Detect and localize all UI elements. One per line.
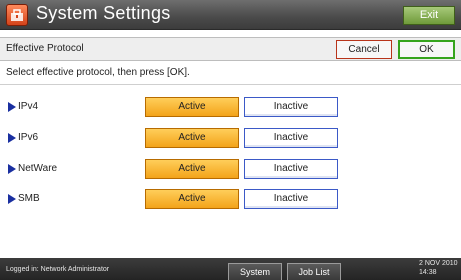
ipv6-inactive-button[interactable]: Inactive — [244, 128, 338, 148]
arrow-icon — [8, 133, 16, 143]
protocol-label: IPv4 — [18, 101, 39, 112]
ipv4-inactive-button[interactable]: Inactive — [244, 97, 338, 117]
title-bar: System Settings Exit — [0, 0, 461, 30]
dialog-header: Effective Protocol Cancel OK — [0, 37, 461, 61]
job-list-button[interactable]: Job List — [287, 263, 341, 280]
exit-button[interactable]: Exit — [403, 6, 455, 25]
date-text: 2 NOV 2010 — [419, 260, 458, 267]
date-time: 2 NOV 2010 14:38 — [419, 259, 458, 277]
window-title: System Settings — [36, 3, 171, 23]
arrow-icon — [8, 102, 16, 112]
smb-inactive-button[interactable]: Inactive — [244, 189, 338, 209]
ipv6-active-button[interactable]: Active — [145, 128, 239, 148]
netware-active-button[interactable]: Active — [145, 159, 239, 179]
arrow-icon — [8, 194, 16, 204]
arrow-icon — [8, 164, 16, 174]
status-footer: Logged in: Network Administrator System … — [0, 258, 461, 280]
ok-button[interactable]: OK — [398, 40, 455, 59]
system-status-button[interactable]: System Status — [228, 263, 282, 280]
dialog-title: Effective Protocol — [6, 43, 84, 54]
time-text: 14:38 — [419, 269, 437, 276]
cancel-button[interactable]: Cancel — [336, 40, 392, 59]
divider — [0, 84, 461, 85]
login-status: Logged in: Network Administrator — [6, 266, 110, 273]
ipv4-active-button[interactable]: Active — [145, 97, 239, 117]
netware-inactive-button[interactable]: Inactive — [244, 159, 338, 179]
protocol-row-ipv6: IPv6 Active Inactive — [0, 128, 461, 148]
protocol-label: NetWare — [18, 163, 58, 174]
settings-toolbox-icon — [6, 4, 28, 26]
instruction-text: Select effective protocol, then press [O… — [6, 67, 190, 78]
smb-active-button[interactable]: Active — [145, 189, 239, 209]
protocol-row-smb: SMB Active Inactive — [0, 189, 461, 209]
protocol-label: SMB — [18, 193, 40, 204]
protocol-row-netware: NetWare Active Inactive — [0, 159, 461, 179]
protocol-row-ipv4: IPv4 Active Inactive — [0, 97, 461, 117]
protocol-label: IPv6 — [18, 132, 39, 143]
